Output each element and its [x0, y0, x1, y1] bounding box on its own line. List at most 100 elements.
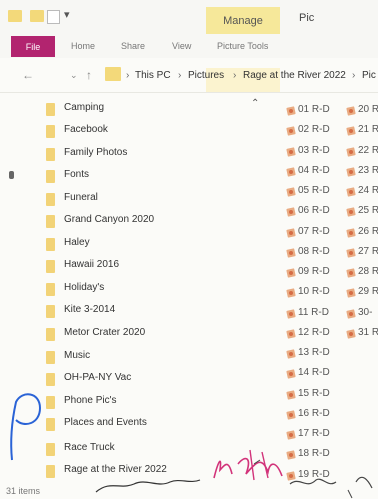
picture-file-icon	[347, 127, 355, 135]
picture-file-icon	[287, 310, 295, 318]
picture-file-icon	[287, 107, 295, 115]
file-name: 30-	[358, 306, 373, 318]
file-name: 02 R-D	[298, 124, 330, 136]
picture-file-icon	[287, 229, 295, 237]
file-name: 18 R-D	[298, 448, 330, 460]
handwritten-pink-mark	[249, 449, 269, 481]
file-name: 09 R-D	[298, 266, 330, 277]
chevron-right-icon[interactable]: ›	[352, 70, 355, 81]
file-name: 25 R	[358, 205, 378, 217]
file-name: 19 R-D	[298, 468, 330, 480]
file-name: 14 R-D	[298, 367, 330, 379]
window-title: Pic	[299, 12, 315, 24]
recent-dropdown-icon[interactable]: ⌄	[70, 70, 78, 81]
tab-picture-tools[interactable]: Picture Tools	[217, 41, 268, 51]
file-name: 12 R-D	[298, 326, 330, 338]
chevron-right-icon[interactable]: ›	[233, 70, 236, 81]
breadcrumb-pic[interactable]: Pic	[362, 70, 376, 81]
picture-file-icon	[287, 289, 295, 297]
picture-file-icon	[347, 289, 355, 297]
picture-file-icon	[347, 310, 355, 318]
file-name: 27 R	[358, 245, 378, 257]
chevron-right-icon[interactable]: ›	[178, 70, 181, 81]
folder-icon	[46, 465, 55, 478]
picture-file-icon	[347, 229, 355, 237]
handwritten-dark-mark	[289, 478, 337, 485]
folder-icon	[46, 170, 55, 183]
status-item-count: 31 items	[6, 486, 41, 496]
file-name: 16 R-D	[298, 407, 330, 419]
folder-icon	[46, 373, 55, 386]
folder-icon	[46, 418, 55, 431]
file-name: 08 R-D	[298, 245, 330, 257]
picture-file-icon	[347, 208, 355, 216]
picture-file-icon	[287, 188, 295, 196]
folder-icon	[46, 260, 55, 273]
folder-icon	[46, 351, 55, 364]
handwritten-blue-mark	[10, 393, 42, 461]
file-name: 24 R	[358, 185, 378, 196]
tab-home[interactable]: Home	[71, 41, 95, 51]
file-name: 06 R-D	[298, 205, 330, 217]
folder-icon	[46, 125, 55, 138]
folder-icon	[8, 10, 22, 22]
file-name: 05 R-D	[298, 185, 330, 196]
folder-icon	[46, 103, 55, 116]
quick-access-dropdown-icon[interactable]: ▾	[64, 8, 70, 21]
folder-icon	[46, 443, 55, 456]
picture-file-icon	[347, 330, 355, 338]
handwritten-pink-mark	[237, 457, 283, 477]
breadcrumb-rage-at-the-river[interactable]: Rage at the River 2022	[243, 70, 346, 81]
picture-file-icon	[287, 451, 295, 459]
picture-file-icon	[347, 269, 355, 277]
picture-file-icon	[287, 148, 295, 156]
picture-file-icon	[347, 107, 355, 115]
folder-icon	[46, 215, 55, 228]
file-name: 15 R-D	[298, 387, 330, 399]
tab-view[interactable]: View	[172, 41, 191, 51]
back-arrow-icon[interactable]: ←	[22, 68, 34, 82]
folder-icon	[105, 67, 121, 81]
file-name: 01 R-D	[298, 104, 330, 115]
handwritten-dark-mark	[355, 476, 373, 489]
picture-file-icon	[287, 168, 295, 176]
tab-manage[interactable]: Manage	[206, 7, 280, 34]
folder-icon	[30, 10, 44, 22]
properties-icon[interactable]	[47, 10, 60, 24]
file-name: 29 R	[358, 286, 378, 298]
bullet-mark	[9, 171, 14, 179]
picture-file-icon	[347, 168, 355, 176]
breadcrumb-this-pc[interactable]: This PC	[135, 70, 171, 81]
picture-file-icon	[287, 269, 295, 277]
breadcrumb-pictures[interactable]: Pictures	[188, 70, 224, 81]
folder-icon	[46, 328, 55, 341]
picture-file-icon	[287, 127, 295, 135]
chevron-right-icon[interactable]: ›	[126, 70, 129, 81]
tab-share[interactable]: Share	[121, 41, 145, 51]
picture-file-icon	[287, 391, 295, 399]
folder-icon	[46, 148, 55, 161]
handwritten-pink-mark	[213, 460, 233, 479]
file-name: 11 R-D	[298, 306, 329, 318]
divider	[0, 92, 378, 93]
picture-file-icon	[347, 148, 355, 156]
file-name: 17 R-D	[298, 428, 330, 439]
file-name: 20 R	[358, 104, 378, 115]
picture-file-icon	[287, 249, 295, 257]
file-name: 22 R	[358, 144, 378, 156]
chevron-up-icon[interactable]: ⌃	[251, 98, 259, 109]
file-name: 04 R-D	[298, 164, 330, 176]
picture-file-icon	[287, 411, 295, 419]
picture-file-icon	[287, 472, 295, 480]
picture-file-icon	[287, 370, 295, 378]
picture-file-icon	[287, 330, 295, 338]
file-name: 31 R	[358, 326, 378, 338]
up-arrow-icon[interactable]: ↑	[86, 68, 92, 82]
folder-icon	[46, 305, 55, 318]
file-name: 23 R	[358, 164, 378, 176]
file-name: 13 R-D	[298, 347, 330, 358]
folder-icon	[46, 283, 55, 296]
tab-file[interactable]: File	[11, 36, 55, 57]
file-name: 07 R-D	[298, 225, 330, 237]
picture-file-icon	[287, 208, 295, 216]
